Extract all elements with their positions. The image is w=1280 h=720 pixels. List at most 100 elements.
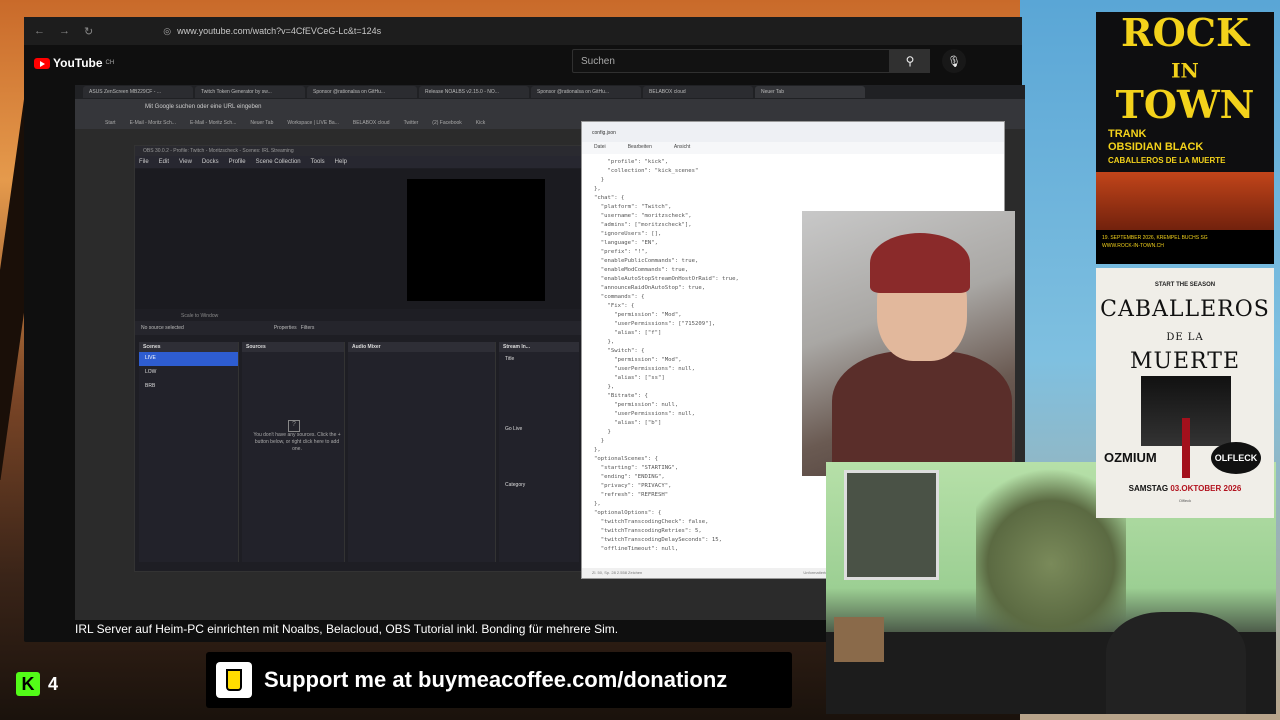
obs-title: OBS 30.0.2 - Profile: Twitch - Moritzsch… [135, 146, 583, 156]
inner-tab: ASUS ZenScreen MB229CF - ... [83, 86, 193, 98]
stream-title-label: Title [505, 356, 515, 362]
person-body [832, 351, 1012, 476]
poster-rock: ROCK [1121, 12, 1249, 55]
poster-town: TOWN [1115, 81, 1255, 127]
youtube-logo-text: YouTube [53, 56, 103, 70]
rock-in-town-poster: ROCK IN TOWN TRANK OBSIDIAN BLACK CABALL… [1096, 12, 1274, 264]
url-text[interactable]: www.youtube.com/watch?v=4CfEVCeG-Lc&t=12… [177, 26, 381, 36]
notepad-menu-item: Datei [594, 144, 606, 150]
coffee-cup-icon [216, 662, 252, 698]
no-sources-message: You don't have any sources. Click the + … [253, 432, 341, 452]
notepad-title: config.json [582, 122, 1004, 142]
obs-source-toolbar: No source selected Properties Filters [135, 321, 583, 335]
sources-dock: Sources ? You don't have any sources. Cl… [242, 342, 345, 562]
status-position: Zl. 50, Sp. 28 2.558 Zeichen [592, 570, 643, 575]
inner-tab: Twitch Token Generator by sw... [195, 86, 305, 98]
obs-menu-item: File [139, 159, 149, 165]
bookmark: BELABOX cloud [352, 120, 390, 126]
youtube-region: CH [105, 60, 115, 66]
properties-label: Properties [273, 325, 297, 331]
bookmark: (2) Facebook [432, 120, 462, 126]
inner-tab-strip: ASUS ZenScreen MB229CF - ... Twitch Toke… [75, 85, 1025, 99]
bookmark: Kick [475, 120, 486, 126]
obs-menu-item: Scene Collection [255, 159, 301, 165]
poster-headline: ROCK IN TOWN [1096, 12, 1274, 127]
audio-mixer-header: Audio Mixer [348, 342, 495, 352]
notepad-menu-item: Bearbeiten [627, 144, 652, 150]
band-name: OBSIDIAN BLACK [1108, 141, 1204, 153]
poster-blood-drip [1182, 418, 1190, 478]
obs-menu-item: Docks [201, 159, 219, 165]
scene-item: LOW [145, 369, 157, 375]
obs-menu-bar: File Edit View Docks Profile Scene Colle… [135, 156, 583, 168]
support-text: Support me at buymeacoffee.com/donationz [264, 667, 728, 692]
obs-menu-item: Edit [158, 159, 170, 165]
band-name: CABALLEROS DE LA MUERTE [1108, 156, 1226, 165]
address-bar[interactable]: ← → ↻ ◎ www.youtube.com/watch?v=4CfEVCeG… [24, 17, 1022, 45]
notepad-menu-item: Ansicht [673, 144, 691, 150]
obs-zoom: Scale to Window [181, 313, 219, 319]
poster-date: SAMSTAG 03.OKTOBER 2026 [1096, 484, 1274, 493]
poster-title-line: DE LA [1166, 332, 1204, 343]
olfleck-logo: OLFLECK [1211, 442, 1261, 474]
poster-title: CABALLEROS DE LA MUERTE [1096, 298, 1274, 374]
room-poster [844, 470, 939, 580]
mic-icon: 🎙 [947, 55, 961, 68]
forward-icon[interactable]: → [59, 25, 70, 38]
kick-icon: K [16, 672, 40, 696]
date-value: 03.OKTOBER 2026 [1170, 484, 1242, 493]
poster-in: IN [1171, 58, 1199, 83]
kick-viewer-count: K 4 [16, 672, 58, 696]
inner-tab: BELABOX cloud [643, 86, 753, 98]
poster-title-line: CABALLEROS [1100, 297, 1270, 322]
bookmark: Workspace | LIVE Ba... [287, 120, 339, 126]
obs-window: OBS 30.0.2 - Profile: Twitch - Moritzsch… [134, 145, 585, 572]
webcam-overlay-face [802, 211, 1015, 476]
inner-address-bar: Mit Google suchen oder eine URL eingeben [75, 99, 1025, 117]
room-shelf [834, 617, 884, 662]
notepad-menu: Datei Bearbeiten Ansicht [582, 142, 1004, 154]
band-list: TRANK OBSIDIAN BLACK CABALLEROS DE LA MU… [1108, 128, 1225, 167]
bookmark: Twitter [403, 120, 419, 126]
search-input[interactable]: Suchen [572, 49, 890, 73]
voice-search-button[interactable]: 🎙 [942, 49, 966, 73]
search-icon: ⚲ [905, 54, 915, 68]
stream-info-dock: Stream In... Title Go Live Category [499, 342, 579, 562]
bookmark: Start [105, 120, 116, 126]
youtube-header: YouTube CH Suchen ⚲ 🎙 [24, 45, 1022, 81]
band-name: TRANK [1108, 128, 1147, 140]
bookmark: Neuer Tab [250, 120, 274, 126]
obs-canvas [407, 179, 545, 301]
scene-item: BRB [145, 383, 156, 389]
bookmark: E-Mail - Moritz Sch... [129, 120, 176, 126]
poster-start-season: START THE SEASON [1154, 282, 1216, 288]
inner-tab: Sponsor @rationalsa on GitHu... [531, 86, 641, 98]
audio-mixer-dock: Audio Mixer [348, 342, 496, 562]
inner-tab: Sponsor @rationalsa on GitHu... [307, 86, 417, 98]
site-info-icon[interactable]: ◎ [163, 26, 171, 37]
go-live-label: Go Live [505, 426, 523, 432]
youtube-logo[interactable]: YouTube CH [34, 56, 114, 70]
viewer-count: 4 [48, 673, 59, 694]
search-button[interactable]: ⚲ [890, 49, 930, 73]
video-title: IRL Server auf Heim-PC einrichten mit No… [75, 622, 619, 636]
stream-info-header: Stream In... [499, 342, 579, 352]
filters-label: Filters [300, 325, 315, 331]
scenes-dock-header: Scenes [139, 342, 238, 352]
poster-website: WWW.ROCK-IN-TOWN.CH [1102, 243, 1164, 249]
nav-buttons: ← → ↻ [24, 25, 93, 38]
support-banner: Support me at buymeacoffee.com/donationz [206, 652, 792, 708]
back-icon[interactable]: ← [34, 25, 45, 38]
scenes-dock: Scenes LIVE LOW BRB [139, 342, 239, 562]
youtube-play-icon [34, 57, 50, 69]
date-prefix: SAMSTAG [1128, 484, 1169, 493]
bookmark: E-Mail - Moritz Sch... [189, 120, 237, 126]
obs-properties-tab: Properties Filters [274, 325, 315, 331]
poster-date: 19. SEPTEMBER 2026, KREMPEL BUCHS SG [1102, 235, 1208, 241]
poster-venue: Olfleck [1178, 498, 1192, 503]
obs-preview: Scale to Window [135, 169, 585, 319]
question-icon: ? [288, 420, 300, 432]
reload-icon[interactable]: ↻ [84, 25, 93, 38]
inner-tab-active: Neuer Tab [755, 86, 865, 98]
obs-menu-item: Help [334, 159, 347, 165]
